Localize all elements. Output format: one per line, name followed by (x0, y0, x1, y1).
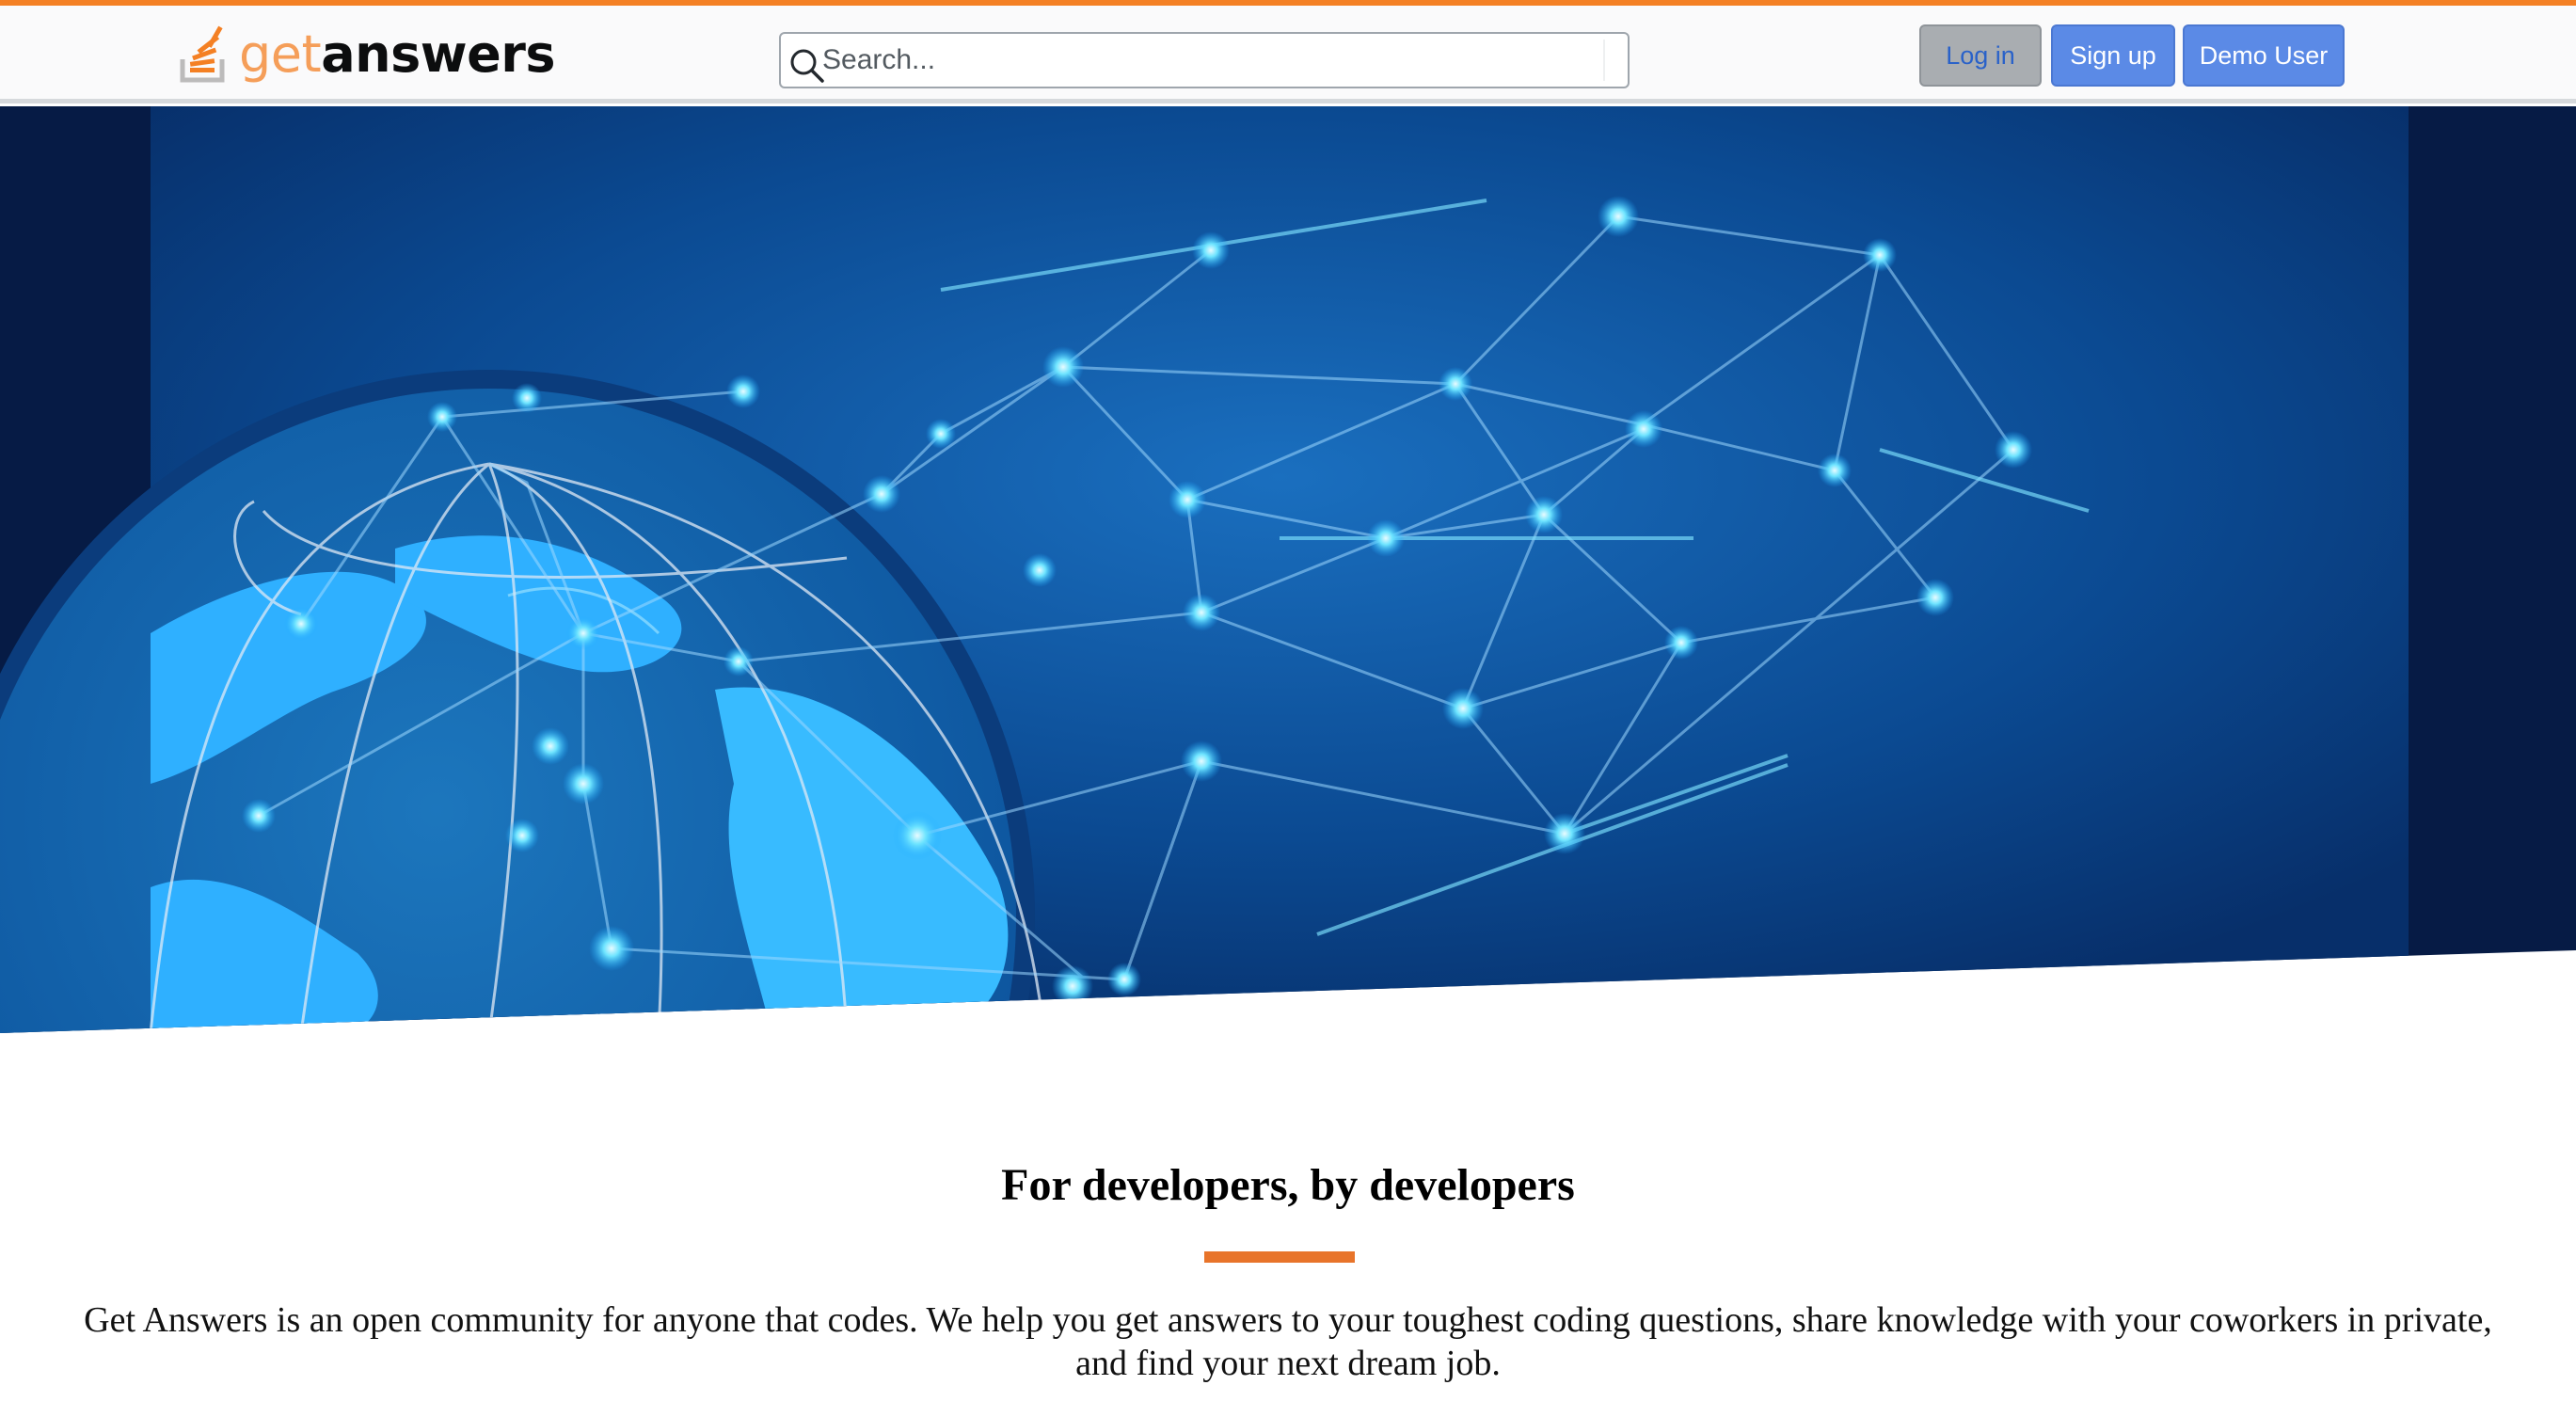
demo-user-button[interactable]: Demo User (2183, 24, 2345, 87)
logo-name: answers (321, 24, 555, 84)
hero-banner (0, 106, 2576, 1033)
heading-divider (1204, 1251, 1355, 1263)
intro-description: Get Answers is an open community for any… (84, 1300, 2492, 1383)
login-button[interactable]: Log in (1919, 24, 2042, 87)
site-logo[interactable]: getanswers (179, 21, 555, 88)
stack-logo-icon (180, 25, 225, 83)
logo-wordmark: getanswers (239, 29, 555, 80)
search-field-edge (1603, 40, 1605, 81)
top-navbar: getanswers Log in Sign up Demo User (0, 6, 2576, 103)
logo-prefix: get (239, 24, 322, 84)
search-icon (790, 49, 824, 83)
signup-button[interactable]: Sign up (2051, 24, 2175, 87)
search-box[interactable] (779, 32, 1630, 88)
page-heading: For developers, by developers (1001, 1160, 1575, 1210)
search-input[interactable] (822, 38, 1575, 83)
